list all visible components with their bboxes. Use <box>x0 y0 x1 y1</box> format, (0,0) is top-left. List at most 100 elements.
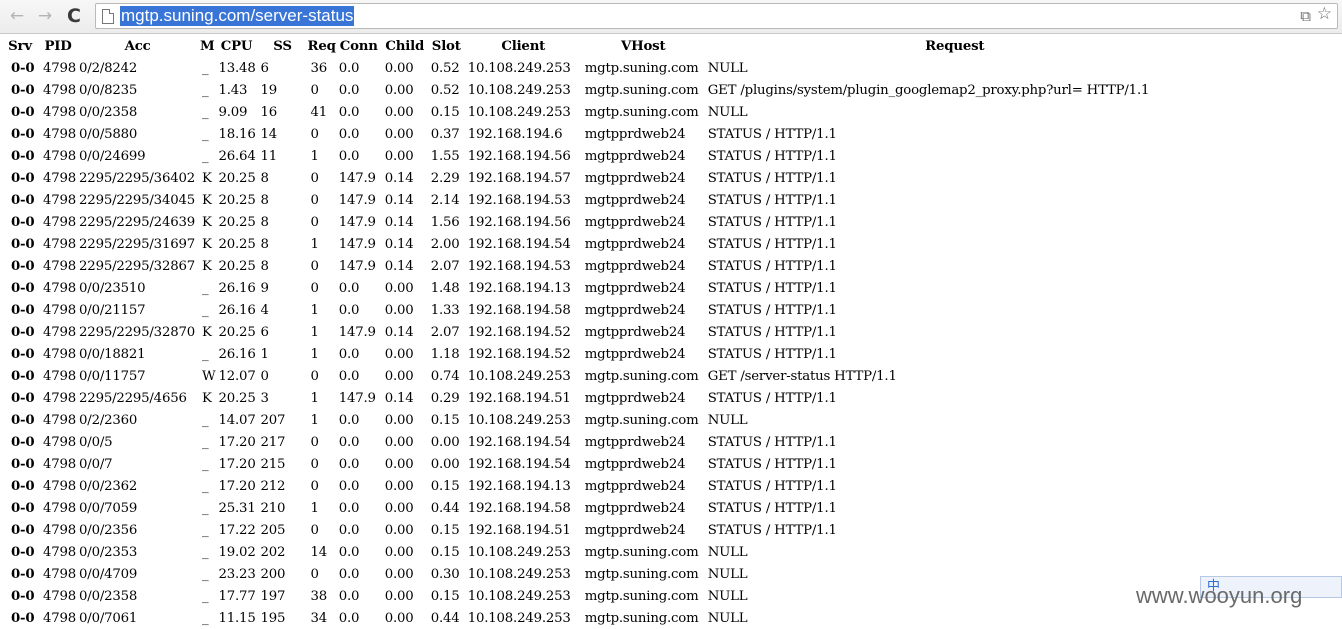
cell-acc: 0/0/7059 <box>79 500 138 516</box>
cell-mode: _ <box>202 346 209 362</box>
cell-child: 0.00 <box>384 104 414 120</box>
cell-request: NULL <box>707 412 748 428</box>
cell-acc: 0/0/21157 <box>79 302 146 318</box>
cell-conn: 0.0 <box>338 148 360 164</box>
cell-child: 0.00 <box>384 500 414 516</box>
cell-vhost: mgtpprdweb24 <box>584 478 686 494</box>
cell-conn: 0.0 <box>338 478 360 494</box>
cell-child: 0.00 <box>384 544 414 560</box>
server-status-table: Srv PID Acc M CPU SS Req Conn Child Slot Client VHo… <box>0 35 1205 629</box>
table-row: 0-0 4798 0/0/5880 _ 18.16 14 0 0.0 0.00 0.37 192.1… <box>0 123 1205 145</box>
cell-acc: 2295/2295/34045 <box>79 192 195 208</box>
cell-client: 192.168.194.13 <box>467 478 571 494</box>
cell-vhost: mgtpprdweb24 <box>584 258 686 274</box>
cell-ss: 8 <box>260 170 269 186</box>
cell-srv: 0-0 <box>11 544 35 560</box>
cell-acc: 0/0/8235 <box>79 82 138 98</box>
reload-icon[interactable]: C <box>63 6 85 26</box>
cell-pid: 4798 <box>43 104 77 120</box>
back-arrow-icon[interactable]: ← <box>6 6 28 26</box>
cell-cpu: 17.20 <box>218 478 256 494</box>
cell-cpu: 17.22 <box>218 522 256 538</box>
cell-srv: 0-0 <box>11 478 35 494</box>
header-pid: PID <box>44 38 72 54</box>
cell-request: STATUS / HTTP/1.1 <box>707 258 837 274</box>
cell-req: 0 <box>310 170 319 186</box>
cell-mode: _ <box>202 126 209 142</box>
cell-pid: 4798 <box>43 126 77 142</box>
cell-acc: 0/0/2356 <box>79 522 138 538</box>
url-text[interactable]: mgtp.suning.com/server-status <box>120 6 355 26</box>
cell-child: 0.14 <box>384 192 414 208</box>
cell-cpu: 20.25 <box>218 236 256 252</box>
cell-srv: 0-0 <box>11 456 35 472</box>
cell-pid: 4798 <box>43 544 77 560</box>
cell-req: 0 <box>310 126 319 142</box>
cell-req: 14 <box>310 544 328 560</box>
cell-ss: 9 <box>260 280 269 296</box>
cell-acc: 0/0/5 <box>79 434 113 450</box>
forward-arrow-icon[interactable]: → <box>34 6 56 26</box>
cell-pid: 4798 <box>43 192 77 208</box>
header-slot: Slot <box>431 38 461 54</box>
cell-srv: 0-0 <box>11 500 35 516</box>
cell-req: 0 <box>310 368 319 384</box>
cell-req: 0 <box>310 280 319 296</box>
cell-client: 192.168.194.53 <box>467 258 571 274</box>
table-row: 0-0 4798 0/0/2356 _ 17.22 205 0 0.0 0.00 0.15 192.… <box>0 519 1205 541</box>
cell-vhost: mgtp.suning.com <box>584 82 699 98</box>
cell-cpu: 20.25 <box>218 324 256 340</box>
cell-cpu: 26.16 <box>218 280 256 296</box>
cell-client: 10.108.249.253 <box>467 104 571 120</box>
cell-conn: 0.0 <box>338 456 360 472</box>
cell-request: STATUS / HTTP/1.1 <box>707 434 837 450</box>
cell-conn: 0.0 <box>338 60 360 76</box>
cell-child: 0.00 <box>384 478 414 494</box>
table-row: 0-0 4798 0/0/21157 _ 26.16 4 1 0.0 0.00 1.33 192.1… <box>0 299 1205 321</box>
cell-conn: 0.0 <box>338 412 360 428</box>
cell-child: 0.00 <box>384 148 414 164</box>
cell-cpu: 26.64 <box>218 148 256 164</box>
table-row: 0-0 4798 0/0/2362 _ 17.20 212 0 0.0 0.00 0.15 192.… <box>0 475 1205 497</box>
cell-srv: 0-0 <box>11 610 35 626</box>
bookmark-star-icon[interactable]: ☆ <box>1317 5 1332 23</box>
table-row: 0-0 4798 0/0/7061 _ 11.15 195 34 0.0 0.00 0.44 10.… <box>0 607 1205 629</box>
cell-acc: 0/0/7 <box>79 456 113 472</box>
cell-ss: 212 <box>260 478 286 494</box>
cell-mode: _ <box>202 478 209 494</box>
cell-req: 0 <box>310 82 319 98</box>
table-header-row: Srv PID Acc M CPU SS Req Conn Child Slot Client VHo… <box>0 35 1205 57</box>
cell-ss: 8 <box>260 236 269 252</box>
cell-child: 0.00 <box>384 566 414 582</box>
translate-icon[interactable]: ⧉ <box>1300 7 1311 25</box>
cell-conn: 0.0 <box>338 280 360 296</box>
cell-pid: 4798 <box>43 302 77 318</box>
cell-slot: 1.55 <box>430 148 460 164</box>
cell-ss: 0 <box>260 368 269 384</box>
cell-child: 0.00 <box>384 610 414 626</box>
cell-ss: 16 <box>260 104 278 120</box>
table-row: 0-0 4798 0/0/11757 W 12.07 0 0 0.0 0.00 0.74 10.10… <box>0 365 1205 387</box>
cell-vhost: mgtpprdweb24 <box>584 214 686 230</box>
cell-client: 10.108.249.253 <box>467 82 571 98</box>
cell-pid: 4798 <box>43 522 77 538</box>
table-row: 0-0 4798 0/0/18821 _ 26.16 1 1 0.0 0.00 1.18 192.1… <box>0 343 1205 365</box>
address-bar[interactable]: mgtp.suning.com/server-status ⧉ ☆ <box>95 3 1338 29</box>
cell-srv: 0-0 <box>11 236 35 252</box>
cell-ss: 4 <box>260 302 269 318</box>
cell-conn: 0.0 <box>338 368 360 384</box>
cell-client: 192.168.194.57 <box>467 170 571 186</box>
cell-acc: 0/0/4709 <box>79 566 138 582</box>
cell-client: 10.108.249.253 <box>467 60 571 76</box>
table-row: 0-0 4798 0/2/8242 _ 13.48 6 36 0.0 0.00 0.52 10.10… <box>0 57 1205 79</box>
cell-client: 192.168.194.56 <box>467 214 571 230</box>
cell-cpu: 26.16 <box>218 346 256 362</box>
cell-req: 0 <box>310 192 319 208</box>
cell-ss: 200 <box>260 566 286 582</box>
cell-acc: 0/0/18821 <box>79 346 146 362</box>
header-mode: M <box>200 38 215 54</box>
cell-acc: 2295/2295/32870 <box>79 324 195 340</box>
cell-srv: 0-0 <box>11 588 35 604</box>
cell-vhost: mgtpprdweb24 <box>584 302 686 318</box>
cell-conn: 147.9 <box>338 192 376 208</box>
